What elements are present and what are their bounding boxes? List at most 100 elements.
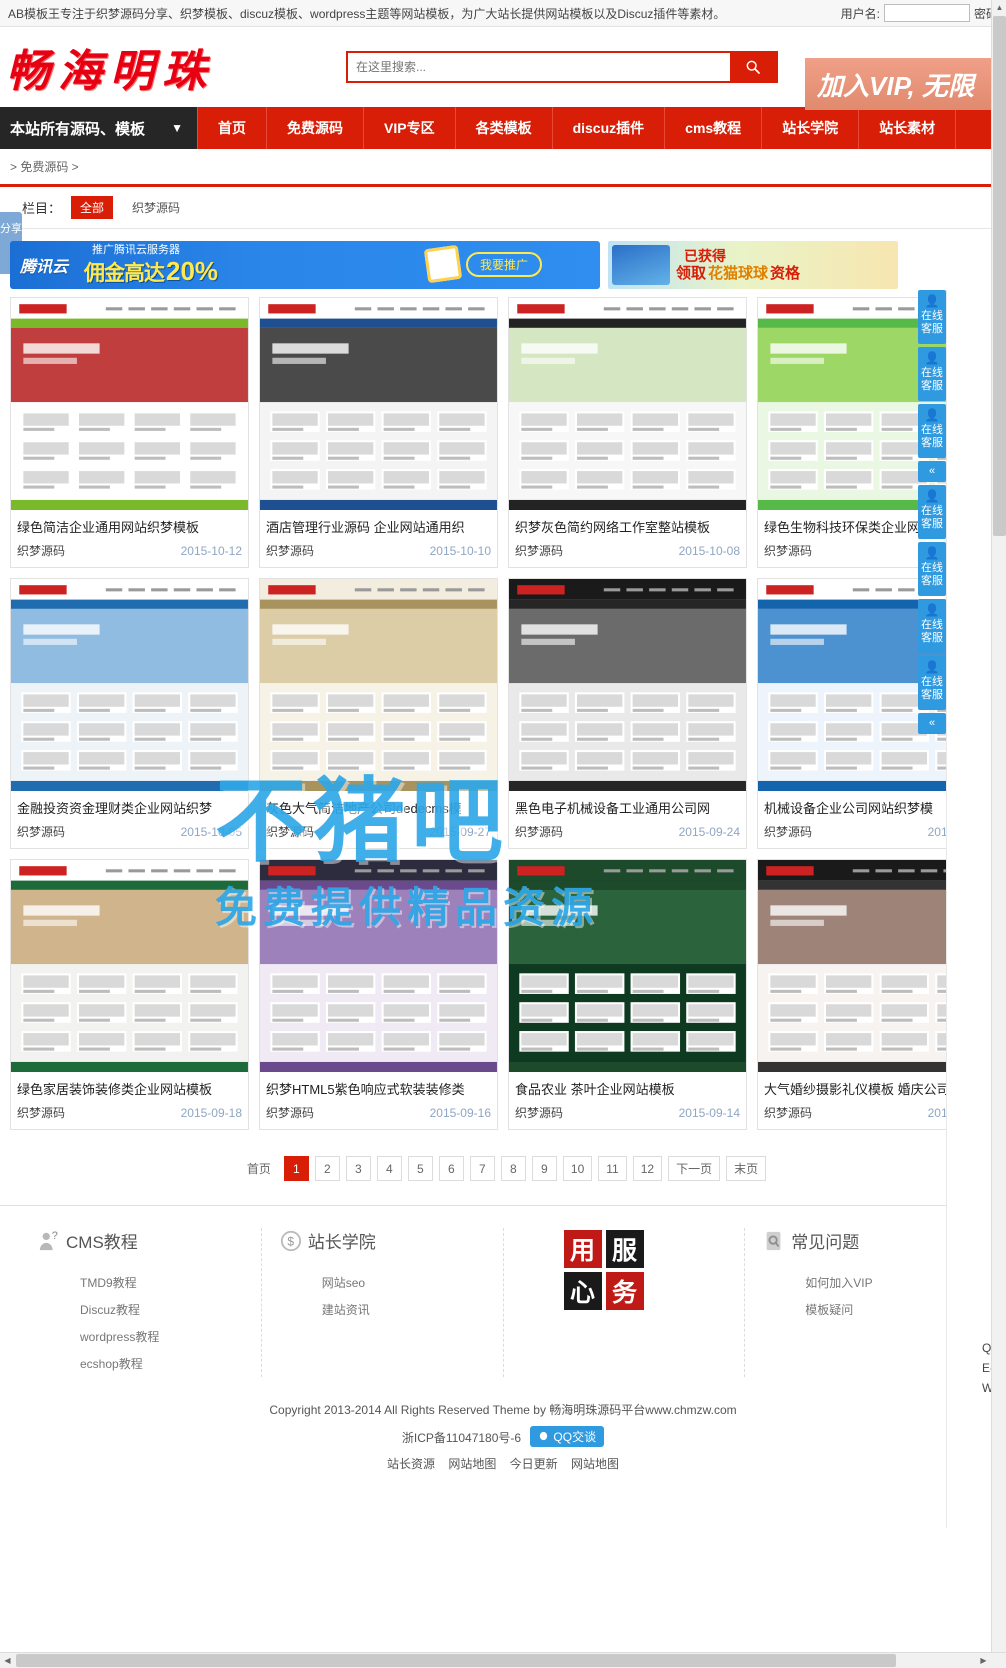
template-thumbnail[interactable] bbox=[509, 579, 746, 791]
template-category[interactable]: 织梦源码 bbox=[17, 823, 65, 840]
pager-page-12[interactable]: 12 bbox=[632, 1156, 663, 1181]
bottom-link-2[interactable]: 网站地图 bbox=[448, 1457, 496, 1471]
ad-right-banner[interactable]: 已获得 领取 花猫球球 资格 bbox=[608, 241, 898, 289]
template-thumbnail[interactable] bbox=[260, 298, 497, 510]
online-service-button[interactable]: 👤 在线客服 bbox=[918, 347, 946, 401]
online-service-button[interactable]: 👤 在线客服 bbox=[918, 599, 946, 653]
template-title[interactable]: 织梦灰色简约网络工作室整站模板 bbox=[509, 510, 746, 540]
scroll-right-arrow[interactable]: ▶ bbox=[976, 1653, 991, 1668]
footer-link-ecshop[interactable]: ecshop教程 bbox=[38, 1350, 261, 1377]
nav-item-templates[interactable]: 各类模板 bbox=[456, 107, 553, 149]
pager-page-6[interactable]: 6 bbox=[438, 1156, 464, 1181]
nav-item-cms[interactable]: cms教程 bbox=[665, 107, 763, 149]
pager-page-3[interactable]: 3 bbox=[345, 1156, 371, 1181]
online-service-button[interactable]: 👤 在线客服 bbox=[918, 656, 946, 710]
template-category[interactable]: 织梦源码 bbox=[266, 823, 314, 840]
template-category[interactable]: 织梦源码 bbox=[266, 1104, 314, 1121]
bottom-link-4[interactable]: 网站地图 bbox=[571, 1457, 619, 1471]
template-title[interactable]: 酒店管理行业源码 企业网站通用织 bbox=[260, 510, 497, 540]
site-logo[interactable]: 畅海明珠 bbox=[6, 35, 346, 99]
horizontal-scrollbar[interactable]: ◀ ▶ bbox=[0, 1652, 1006, 1668]
pager-page-11[interactable]: 11 bbox=[598, 1156, 627, 1181]
template-card[interactable]: 黑色电子机械设备工业通用公司网 织梦源码 2015-09-24 bbox=[508, 578, 747, 849]
template-title[interactable]: 食品农业 茶叶企业网站模板 bbox=[509, 1072, 746, 1102]
filter-option-dedecms[interactable]: 织梦源码 bbox=[123, 196, 189, 219]
online-service-button[interactable]: 👤 在线客服 bbox=[918, 542, 946, 596]
pager-last[interactable]: 末页 bbox=[726, 1156, 767, 1181]
username-input[interactable] bbox=[883, 4, 970, 22]
template-card[interactable]: 金融投资资金理财类企业网站织梦 织梦源码 2015-10-05 bbox=[10, 578, 249, 849]
breadcrumb[interactable]: > 免费源码 > bbox=[10, 158, 79, 175]
template-category[interactable]: 织梦源码 bbox=[17, 542, 65, 559]
nav-item-material[interactable]: 站长素材 bbox=[859, 107, 957, 149]
online-service-button[interactable]: 👤 在线客服 bbox=[918, 485, 946, 539]
template-thumbnail[interactable] bbox=[11, 860, 248, 1072]
nav-item-discuz[interactable]: discuz插件 bbox=[553, 107, 666, 149]
template-card[interactable]: 灰色大气简洁地产公司dedecms模 织梦源码 2015-09-27 bbox=[259, 578, 498, 849]
template-category[interactable]: 织梦源码 bbox=[515, 542, 563, 559]
template-category[interactable]: 织梦源码 bbox=[266, 542, 314, 559]
template-title[interactable]: 织梦HTML5紫色响应式软装装修类 bbox=[260, 1072, 497, 1102]
template-card[interactable]: 织梦HTML5紫色响应式软装装修类 织梦源码 2015-09-16 bbox=[259, 859, 498, 1130]
horizontal-scroll-thumb[interactable] bbox=[16, 1654, 896, 1667]
template-thumbnail[interactable] bbox=[11, 298, 248, 510]
template-card[interactable]: 绿色家居装饰装修类企业网站模板 织梦源码 2015-09-18 bbox=[10, 859, 249, 1130]
template-title[interactable]: 绿色家居装饰装修类企业网站模板 bbox=[11, 1072, 248, 1102]
pager-page-9[interactable]: 9 bbox=[531, 1156, 557, 1181]
footer-link-news[interactable]: 建站资讯 bbox=[280, 1296, 503, 1323]
template-card[interactable]: 绿色简洁企业通用网站织梦模板 织梦源码 2015-10-12 bbox=[10, 297, 249, 568]
vertical-scroll-thumb[interactable] bbox=[993, 16, 1006, 536]
pager-page-5[interactable]: 5 bbox=[407, 1156, 433, 1181]
pager-page-8[interactable]: 8 bbox=[500, 1156, 526, 1181]
search-input[interactable] bbox=[348, 53, 730, 81]
pager-page-10[interactable]: 10 bbox=[562, 1156, 593, 1181]
nav-item-home[interactable]: 首页 bbox=[197, 107, 267, 149]
footer-link-seo[interactable]: 网站seo bbox=[280, 1269, 503, 1296]
template-category[interactable]: 织梦源码 bbox=[515, 1104, 563, 1121]
template-category[interactable]: 织梦源码 bbox=[764, 1104, 812, 1121]
template-category[interactable]: 织梦源码 bbox=[17, 1104, 65, 1121]
online-service-button[interactable]: 👤 在线客服 bbox=[918, 290, 946, 344]
nav-item-academy[interactable]: 站长学院 bbox=[762, 107, 860, 149]
bottom-link-3[interactable]: 今日更新 bbox=[510, 1457, 558, 1471]
pager-page-2[interactable]: 2 bbox=[314, 1156, 340, 1181]
footer-link-wordpress[interactable]: wordpress教程 bbox=[38, 1323, 261, 1350]
scroll-left-arrow[interactable]: ◀ bbox=[0, 1653, 15, 1668]
template-category[interactable]: 织梦源码 bbox=[764, 542, 812, 559]
pager-page-4[interactable]: 4 bbox=[376, 1156, 402, 1181]
nav-item-vip[interactable]: VIP专区 bbox=[364, 107, 456, 149]
template-title[interactable]: 黑色电子机械设备工业通用公司网 bbox=[509, 791, 746, 821]
pager-page-1[interactable]: 1 bbox=[283, 1156, 309, 1181]
ad-tencent-cloud[interactable]: 腾讯云 推广腾讯云服务器 佣金高达 20% 我要推广 bbox=[10, 241, 600, 289]
collapse-rail-button[interactable]: « bbox=[918, 461, 946, 482]
template-card[interactable]: 食品农业 茶叶企业网站模板 织梦源码 2015-09-14 bbox=[508, 859, 747, 1130]
bottom-link-1[interactable]: 站长资源 bbox=[387, 1457, 435, 1471]
template-title[interactable]: 金融投资资金理财类企业网站织梦 bbox=[11, 791, 248, 821]
collapse-rail-button[interactable]: « bbox=[918, 713, 946, 734]
template-card[interactable]: 酒店管理行业源码 企业网站通用织 织梦源码 2015-10-10 bbox=[259, 297, 498, 568]
template-card[interactable]: 织梦灰色简约网络工作室整站模板 织梦源码 2015-10-08 bbox=[508, 297, 747, 568]
template-thumbnail[interactable] bbox=[509, 860, 746, 1072]
scroll-up-arrow[interactable]: ▲ bbox=[992, 0, 1006, 15]
all-categories-button[interactable]: 本站所有源码、模板 ▼ bbox=[0, 107, 197, 149]
pager-next[interactable]: 下一页 bbox=[668, 1156, 721, 1181]
vip-banner[interactable]: 加入VIP, 无限 bbox=[805, 58, 1006, 110]
footer-link-tmd9[interactable]: TMD9教程 bbox=[38, 1269, 261, 1296]
vertical-scrollbar[interactable]: ▲ bbox=[991, 0, 1006, 1652]
template-title[interactable]: 灰色大气简洁地产公司dedecms模 bbox=[260, 791, 497, 821]
online-service-button[interactable]: 👤 在线客服 bbox=[918, 404, 946, 458]
template-thumbnail[interactable] bbox=[11, 579, 248, 791]
nav-item-free[interactable]: 免费源码 bbox=[267, 107, 364, 149]
template-thumbnail[interactable] bbox=[509, 298, 746, 510]
filter-option-all[interactable]: 全部 bbox=[71, 196, 114, 219]
pager-page-7[interactable]: 7 bbox=[469, 1156, 495, 1181]
template-title[interactable]: 绿色简洁企业通用网站织梦模板 bbox=[11, 510, 248, 540]
search-button[interactable] bbox=[730, 53, 776, 81]
template-category[interactable]: 织梦源码 bbox=[515, 823, 563, 840]
footer-link-discuz[interactable]: Discuz教程 bbox=[38, 1296, 261, 1323]
template-thumbnail[interactable] bbox=[260, 860, 497, 1072]
template-thumbnail[interactable] bbox=[260, 579, 497, 791]
qq-chat-button[interactable]: QQ交谈 bbox=[530, 1426, 605, 1447]
template-category[interactable]: 织梦源码 bbox=[764, 823, 812, 840]
ad-tencent-button[interactable]: 我要推广 bbox=[465, 252, 542, 277]
